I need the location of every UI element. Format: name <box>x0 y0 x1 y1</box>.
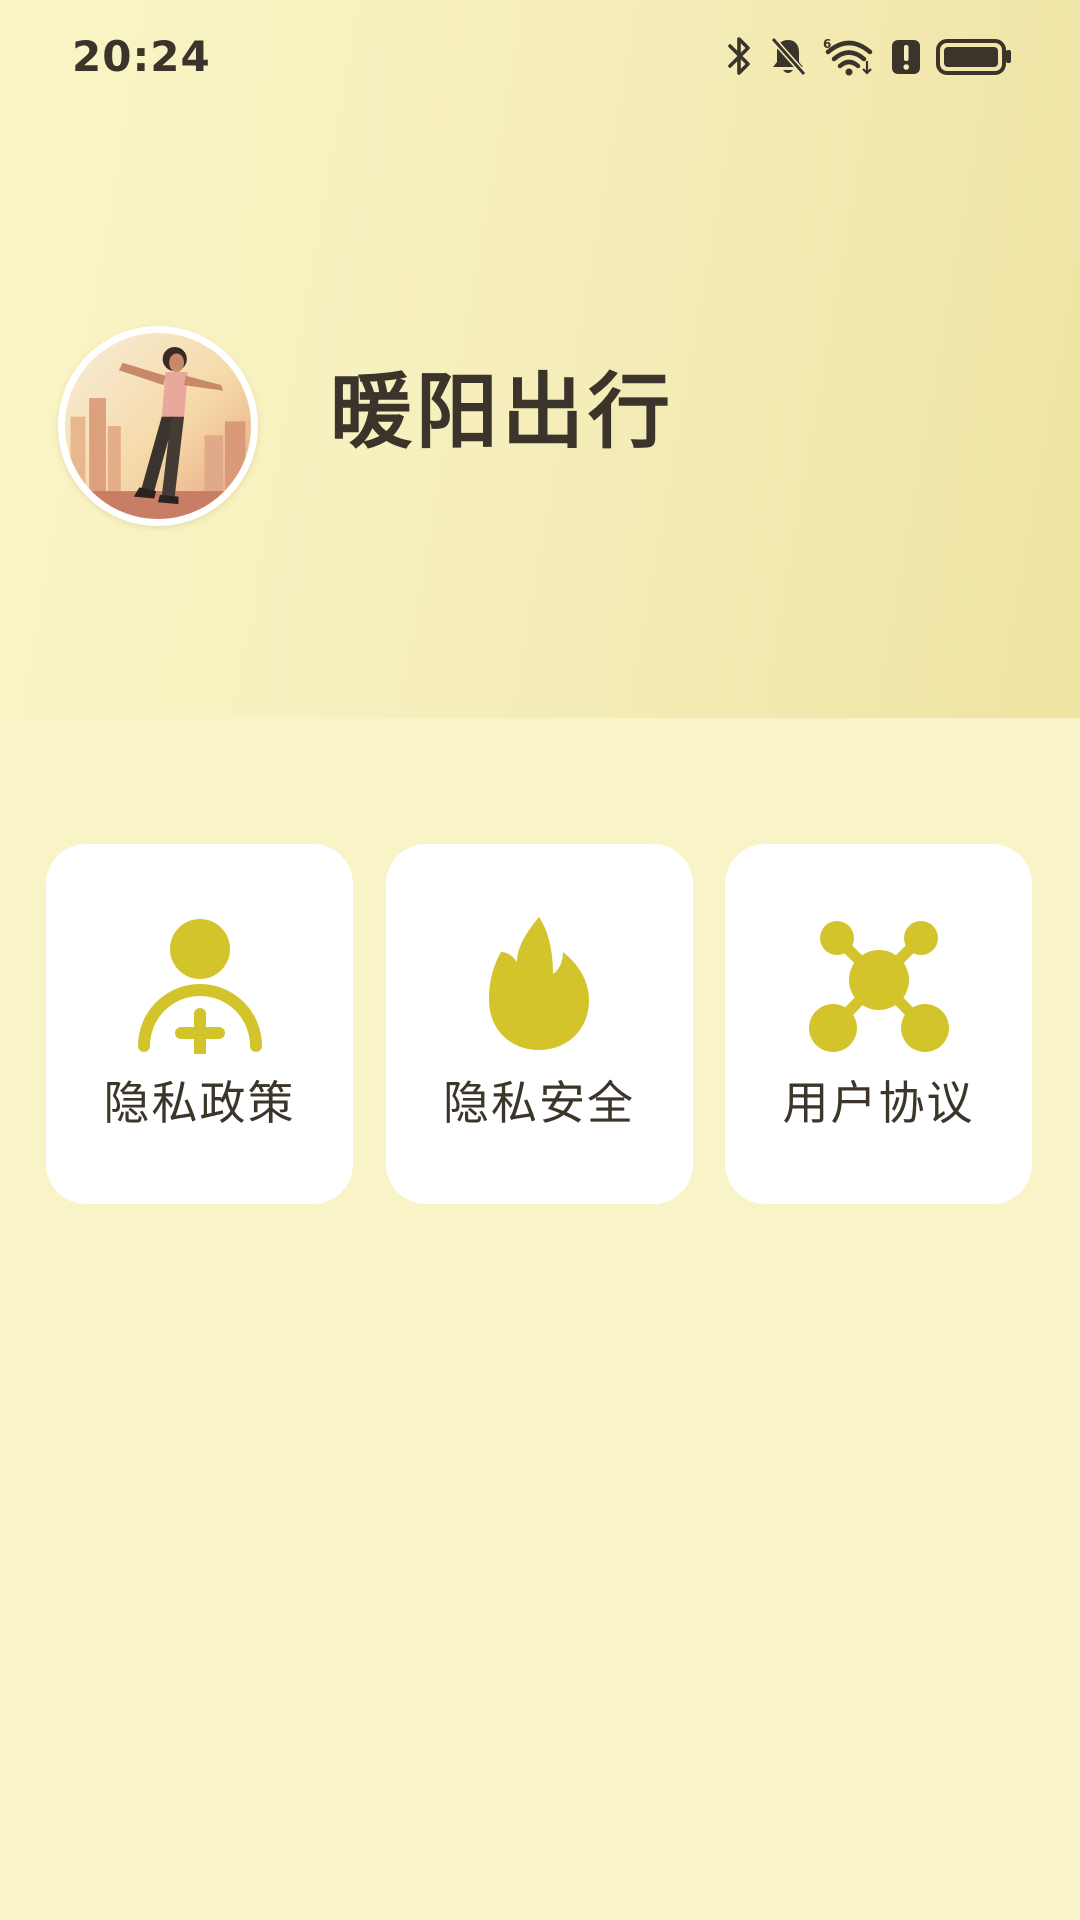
battery-icon <box>936 35 1012 77</box>
user-agreement-card[interactable]: 用户协议 <box>725 844 1032 1204</box>
app-name: 暖阳出行 <box>330 365 675 460</box>
app-screen: 20:24 6 暖阳出行 隐私政策 隐私安全 用户协议 <box>0 0 1080 1920</box>
status-bar: 20:24 6 <box>0 0 1080 116</box>
network-nodes-icon <box>808 914 949 1054</box>
bluetooth-icon <box>726 35 754 77</box>
status-icons: 6 <box>726 34 1012 78</box>
menu-cards: 隐私政策 隐私安全 用户协议 <box>46 844 1032 1204</box>
bell-muted-icon <box>768 35 808 77</box>
privacy-policy-card[interactable]: 隐私政策 <box>46 844 353 1204</box>
avatar[interactable] <box>58 326 258 526</box>
card-label: 隐私安全 <box>443 1076 635 1130</box>
flame-icon <box>469 914 609 1054</box>
alert-icon <box>890 35 922 77</box>
privacy-security-card[interactable]: 隐私安全 <box>385 844 693 1204</box>
user-add-icon <box>130 914 270 1054</box>
profile-header: 20:24 6 暖阳出行 <box>0 0 1080 718</box>
card-label: 隐私政策 <box>103 1076 296 1130</box>
card-label: 用户协议 <box>782 1076 975 1130</box>
status-time: 20:24 <box>72 32 211 81</box>
wifi-6-icon: 6 <box>822 35 876 77</box>
profile-avatar-image <box>65 333 251 519</box>
